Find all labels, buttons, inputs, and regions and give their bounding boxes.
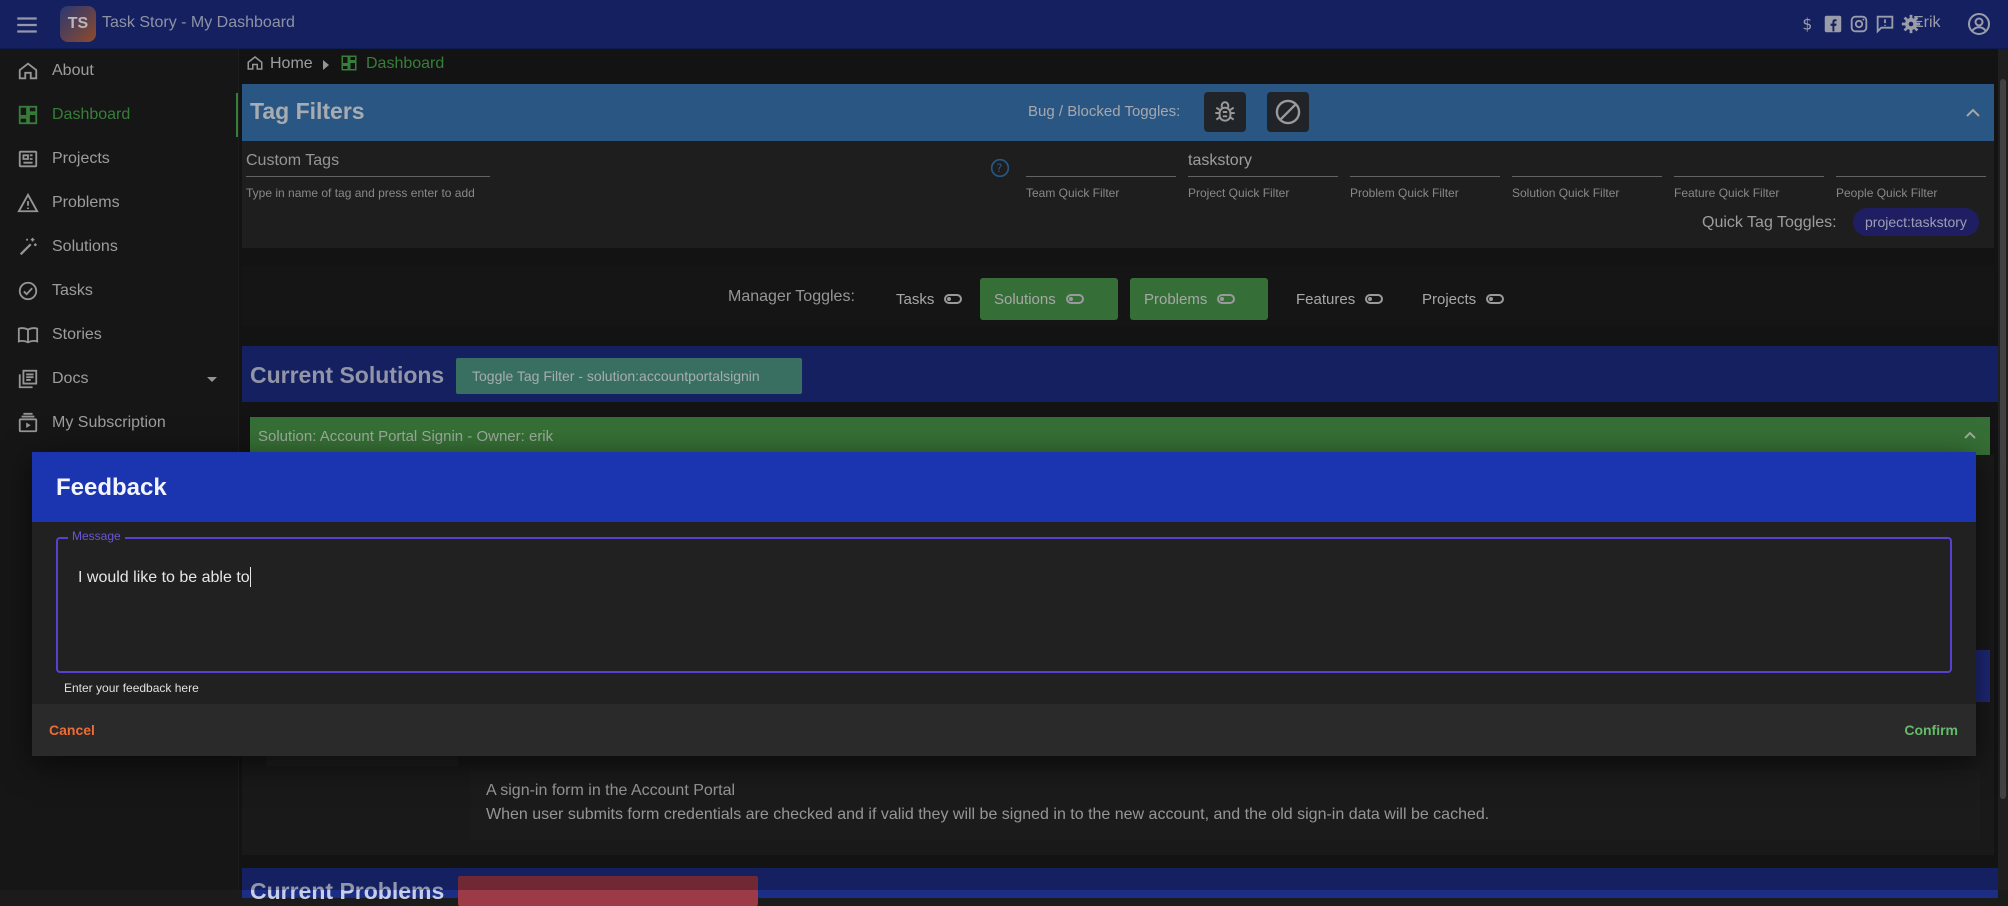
- dialog-header: Feedback: [32, 452, 1976, 522]
- message-hint: Enter your feedback here: [64, 681, 199, 695]
- cancel-button[interactable]: Cancel: [49, 722, 95, 738]
- message-label: Message: [68, 529, 125, 543]
- dialog-title: Feedback: [56, 474, 167, 501]
- confirm-button[interactable]: Confirm: [1904, 722, 1958, 738]
- message-textarea[interactable]: [56, 537, 1952, 673]
- text-cursor: [250, 567, 251, 587]
- feedback-dialog: Feedback Message I would like to be able…: [32, 452, 1976, 756]
- message-value[interactable]: I would like to be able to: [78, 569, 250, 587]
- modal-overlay[interactable]: [0, 0, 2008, 890]
- dialog-footer: Cancel Confirm: [32, 704, 1976, 756]
